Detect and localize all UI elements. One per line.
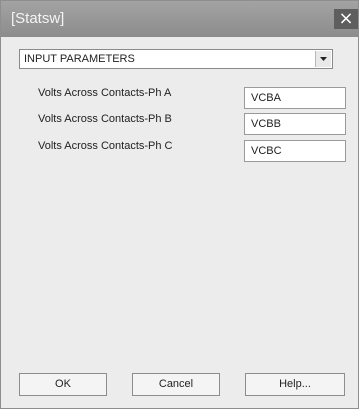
chevron-down-icon [320,57,327,61]
window-title: [Statsw] [11,10,65,27]
title-bar: [Statsw] × [1,1,358,37]
close-icon: × [338,8,354,29]
close-button[interactable]: × [334,9,358,29]
dropdown-selected-value: INPUT PARAMETERS [24,53,135,65]
param-label-ph-a: Volts Across Contacts-Ph A [38,87,172,99]
param-label-ph-c: Volts Across Contacts-Ph C [38,140,173,152]
dialog-window: [Statsw] × INPUT PARAMETERS Volts Across… [0,0,359,409]
cancel-button[interactable]: Cancel [132,373,220,396]
param-label-ph-b: Volts Across Contacts-Ph B [38,113,172,125]
dropdown-arrow-button[interactable] [315,51,331,67]
param-input-ph-c[interactable]: VCBC [244,140,346,162]
section-dropdown[interactable]: INPUT PARAMETERS [19,49,333,69]
ok-button[interactable]: OK [19,373,107,396]
param-input-ph-b[interactable]: VCBB [244,113,346,135]
help-button[interactable]: Help... [245,373,345,396]
param-input-ph-a[interactable]: VCBA [244,87,346,109]
